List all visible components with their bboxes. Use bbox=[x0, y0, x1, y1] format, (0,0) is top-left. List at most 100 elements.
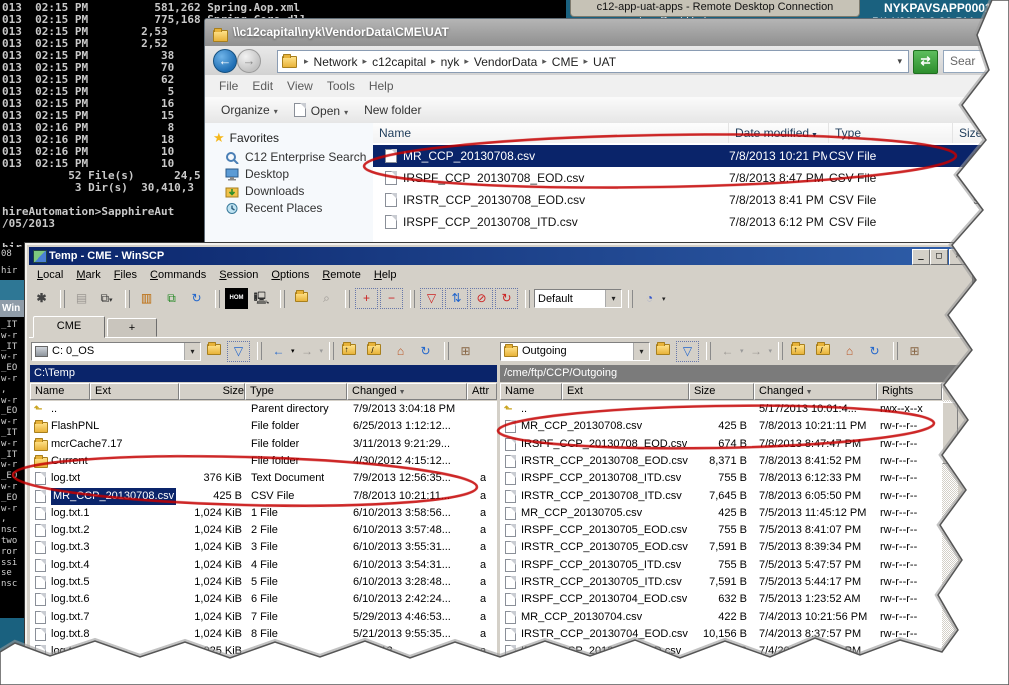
remote-file-row[interactable]: MR_CCP_20130705.csv425 B7/5/2013 11:45:1… bbox=[500, 505, 942, 522]
refresh-button[interactable]: ⇄ bbox=[913, 50, 938, 74]
add-bookmark-icon[interactable]: + bbox=[355, 288, 378, 309]
address-dropdown-icon[interactable]: ▾ bbox=[891, 56, 908, 67]
root-directory-icon[interactable]: / bbox=[364, 341, 387, 362]
remote-file-row[interactable]: MR_CCP_20130704.csv422 B7/4/2013 10:21:5… bbox=[500, 609, 942, 626]
open-directory-icon[interactable] bbox=[651, 341, 674, 362]
breadcrumb-segment-vendordata[interactable]: VendorData bbox=[474, 55, 537, 69]
local-file-row[interactable]: log.txt.11,024 KiB1 File6/10/2013 3:58:5… bbox=[30, 505, 497, 522]
copy-files-icon[interactable]: ⧉ bbox=[160, 288, 183, 309]
menu-item-session[interactable]: Session bbox=[219, 269, 258, 281]
menu-item-files[interactable]: Files bbox=[114, 269, 137, 281]
forward-icon[interactable]: → bbox=[296, 341, 319, 362]
menu-item-tools[interactable]: Tools bbox=[327, 79, 355, 93]
home-icon[interactable]: ⌂ bbox=[389, 341, 412, 362]
split-panels-icon[interactable]: ▥ bbox=[135, 288, 158, 309]
transfer-queue-icon[interactable] bbox=[290, 288, 313, 309]
column-header-changed[interactable]: Changed ▼ bbox=[754, 383, 877, 400]
local-file-row[interactable]: log.txt.31,024 KiB3 File6/10/2013 3:55:3… bbox=[30, 539, 497, 556]
open-in-putty-icon[interactable]: 🖳 bbox=[250, 288, 273, 309]
remote-file-row[interactable]: ⬑..5/17/2013 10:01:4...rwx--x--x bbox=[500, 401, 942, 418]
back-icon[interactable]: ← bbox=[716, 341, 739, 362]
remote-file-row[interactable]: IRSPF_CCP_20130705_ITD.csv755 B7/5/2013 … bbox=[500, 557, 942, 574]
rdp-connection-bar[interactable]: c12-app-uat-apps - Remote Desktop Connec… bbox=[570, 0, 860, 17]
menu-item-local[interactable]: Local bbox=[37, 269, 63, 281]
local-file-row[interactable]: CurrentFile folder4/30/2012 4:15:12... bbox=[30, 453, 497, 470]
column-header-name[interactable]: Name bbox=[373, 123, 729, 143]
winscp-titlebar[interactable]: Temp - CME - WinSCP _ □ ✕ bbox=[29, 247, 970, 265]
menu-item-view[interactable]: View bbox=[287, 79, 313, 93]
menu-item-help[interactable]: Help bbox=[369, 79, 394, 93]
breadcrumb-segment-uat[interactable]: UAT bbox=[593, 55, 616, 69]
refresh-icon[interactable]: ↻ bbox=[414, 341, 437, 362]
remote-file-row[interactable]: IRSPF_CCP_20130708_EOD.csv674 B7/8/2013 … bbox=[500, 436, 942, 453]
open-button[interactable]: Open▾ bbox=[294, 103, 348, 118]
scrollbar-up-icon[interactable]: ▲ bbox=[942, 383, 960, 401]
new-folder-button[interactable]: New folder bbox=[364, 103, 421, 117]
sidebar-favorites[interactable]: ★ Favorites bbox=[213, 130, 373, 146]
column-header-size[interactable]: Size bbox=[179, 383, 245, 400]
find-files-icon[interactable]: ⌕ bbox=[315, 288, 338, 309]
column-header-type[interactable]: Type bbox=[245, 383, 347, 400]
column-header-size[interactable]: Size bbox=[953, 123, 1003, 143]
home-icon[interactable]: ⌂ bbox=[838, 341, 861, 362]
explorer-file-row[interactable]: IRSPF_CCP_20130708_ITD.csv7/8/2013 6:12 … bbox=[373, 211, 1003, 233]
organize-button[interactable]: Organize▾ bbox=[221, 103, 278, 117]
chevron-down-icon[interactable]: ▾ bbox=[320, 347, 324, 355]
remote-file-row[interactable]: MR_CCP_20130708.csv425 B7/8/2013 10:21:1… bbox=[500, 418, 942, 435]
transfer-settings-icon[interactable]: ◔ bbox=[638, 288, 661, 309]
breadcrumb-segment-network[interactable]: Network bbox=[314, 55, 358, 69]
forward-icon[interactable]: → bbox=[745, 341, 768, 362]
breadcrumb-segment-c12capital[interactable]: c12capital bbox=[372, 55, 426, 69]
filter-icon[interactable]: ▽ bbox=[676, 341, 699, 362]
local-file-row[interactable]: MR_CCP_20130708.csv425 BCSV File7/8/2013… bbox=[30, 488, 497, 505]
open-directory-icon[interactable] bbox=[202, 341, 225, 362]
chevron-down-icon[interactable]: ▾ bbox=[184, 343, 200, 360]
explorer-file-row[interactable]: IRSTR_CCP_20130708_EOD.csv7/8/2013 8:41 … bbox=[373, 189, 1003, 211]
column-header-name[interactable]: Name bbox=[500, 383, 562, 400]
local-file-row[interactable]: log.txt.61,024 KiB6 File6/10/2013 2:42:2… bbox=[30, 591, 497, 608]
sidebar-item-c12-enterprise-search[interactable]: C12 Enterprise Search bbox=[225, 150, 373, 164]
remote-file-row[interactable]: IRSPF_CCP_20130704_EOD.csv632 B7/5/2013 … bbox=[500, 591, 942, 608]
transfer-preset-combo[interactable]: Default▾ bbox=[534, 289, 622, 308]
remote-file-row[interactable]: IRSTR_CCP_20130708_ITD.csv7,645 B7/8/201… bbox=[500, 488, 942, 505]
remote-file-row[interactable]: IRSPF_CCP_20130704_ITD.csv707 B7/4/2013 … bbox=[500, 643, 942, 660]
scrollbar-thumb[interactable] bbox=[942, 402, 958, 464]
column-header-ext[interactable]: Ext bbox=[562, 383, 689, 400]
revert-icon[interactable]: ↻ bbox=[495, 288, 518, 309]
breadcrumb-segment-nyk[interactable]: nyk bbox=[441, 55, 460, 69]
column-header-changed[interactable]: Changed ▼ bbox=[347, 383, 467, 400]
tree-view-icon[interactable]: ⊞ bbox=[454, 341, 477, 362]
menu-item-remote[interactable]: Remote bbox=[322, 269, 361, 281]
column-header-rights[interactable]: Rights bbox=[877, 383, 942, 400]
tree-view-icon[interactable]: ⊞ bbox=[903, 341, 926, 362]
column-header-ext[interactable]: Ext bbox=[90, 383, 179, 400]
synchronize-icon[interactable]: ⇅ bbox=[445, 288, 468, 309]
root-directory-icon[interactable]: / bbox=[813, 341, 836, 362]
remote-file-row[interactable]: IRSTR_CCP_20130705_EOD.csv7,591 B7/5/201… bbox=[500, 539, 942, 556]
menu-item-edit[interactable]: Edit bbox=[252, 79, 273, 93]
minimize-button[interactable]: _ bbox=[912, 249, 930, 265]
remote-file-row[interactable]: IRSTR_CCP_20130704_EOD.csv10,156 B7/4/20… bbox=[500, 626, 942, 643]
sidebar-item-desktop[interactable]: Desktop bbox=[225, 167, 373, 181]
parent-directory-icon[interactable]: ↑ bbox=[788, 341, 811, 362]
breadcrumb-segment-cme[interactable]: CME bbox=[552, 55, 579, 69]
close-button[interactable]: ✕ bbox=[949, 249, 967, 265]
remote-dir-combo[interactable]: Outgoing▾ bbox=[500, 342, 650, 361]
chevron-down-icon[interactable]: ▾ bbox=[633, 343, 649, 360]
tab-cme[interactable]: CME bbox=[33, 316, 105, 338]
home-directory-icon[interactable]: HOM bbox=[225, 288, 248, 309]
column-header-type[interactable]: Type bbox=[829, 123, 953, 143]
local-file-row[interactable]: log.txt376 KiBText Document7/9/2013 12:5… bbox=[30, 470, 497, 487]
back-icon[interactable]: ← bbox=[267, 341, 290, 362]
sidebar-item-recent-places[interactable]: Recent Places bbox=[225, 201, 373, 215]
parent-directory-icon[interactable]: ↑ bbox=[339, 341, 362, 362]
local-file-row[interactable]: log.txt.51,024 KiB5 File6/10/2013 3:28:4… bbox=[30, 574, 497, 591]
menu-item-commands[interactable]: Commands bbox=[150, 269, 206, 281]
local-file-row[interactable]: ⬑..Parent directory7/9/2013 3:04:18 PM bbox=[30, 401, 497, 418]
column-header-size[interactable]: Size bbox=[689, 383, 754, 400]
local-file-row[interactable]: log.txt.21,024 KiB2 File6/10/2013 3:57:4… bbox=[30, 522, 497, 539]
drive-combo[interactable]: C: 0_OS▾ bbox=[31, 342, 201, 361]
chevron-down-icon[interactable]: ▾ bbox=[291, 347, 295, 355]
menu-item-options[interactable]: Options bbox=[271, 269, 309, 281]
remote-file-row[interactable]: IRSTR_CCP_20130705_ITD.csv7,591 B7/5/201… bbox=[500, 574, 942, 591]
